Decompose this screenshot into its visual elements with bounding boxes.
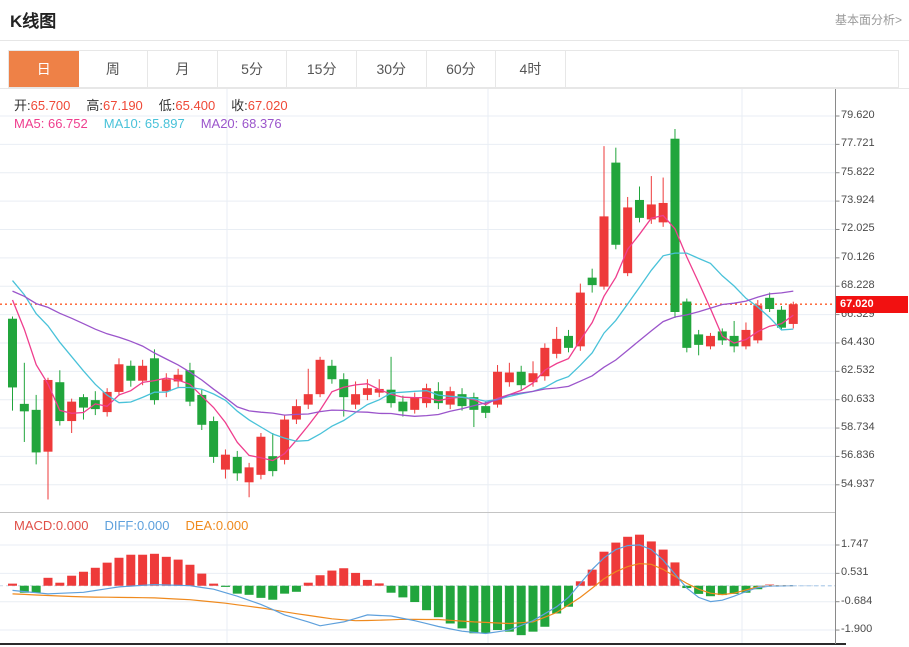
axis-tick-label: 79.620 bbox=[841, 109, 875, 121]
period-tabbar: 日周月5分15分30分60分4时 bbox=[8, 50, 899, 88]
period-tab-4[interactable]: 5分 bbox=[218, 51, 288, 87]
ma10-readout: MA10: 65.897 bbox=[104, 116, 185, 131]
axis-tick-label: 58.734 bbox=[841, 421, 875, 433]
period-tab-2[interactable]: 周 bbox=[79, 51, 149, 87]
page-title: K线图 bbox=[10, 7, 56, 32]
axis-tick-label: 73.924 bbox=[841, 194, 875, 206]
ma5-value: 66.752 bbox=[48, 116, 88, 131]
axis-tick-label: 0.531 bbox=[841, 566, 869, 578]
low-pair: 低:65.400 bbox=[159, 98, 215, 113]
period-tab-3[interactable]: 月 bbox=[148, 51, 218, 87]
period-tab-7[interactable]: 60分 bbox=[427, 51, 497, 87]
ohlc-readout: 开:65.700 高:67.190 低:65.400 收:67.020 bbox=[14, 95, 304, 114]
axis-tick-label: 70.126 bbox=[841, 251, 875, 263]
ma-readout: MA5: 66.752 MA10: 65.897 MA20: 68.376 bbox=[14, 116, 298, 131]
ma5-readout: MA5: 66.752 bbox=[14, 116, 88, 131]
ma5-label: MA5: bbox=[14, 116, 48, 131]
axis-tick-label: 75.822 bbox=[841, 166, 875, 178]
high-label: 高: bbox=[86, 98, 103, 113]
axis-tick-label: 54.937 bbox=[841, 478, 875, 490]
period-tab-1[interactable]: 日 bbox=[9, 51, 79, 87]
axis-tick-label: 68.228 bbox=[841, 279, 875, 291]
axis-tick-label: 64.430 bbox=[841, 336, 875, 348]
open-value: 65.700 bbox=[31, 98, 71, 113]
dea-label: DEA: bbox=[185, 518, 215, 533]
ma20-label: MA20: bbox=[201, 116, 242, 131]
axis-tick-label: -1.900 bbox=[841, 623, 872, 635]
high-value: 67.190 bbox=[103, 98, 143, 113]
macd-readout: MACD:0.000DIFF:0.000DEA:0.000 bbox=[14, 518, 264, 533]
current-price-tag: 67.020 bbox=[836, 296, 908, 313]
close-label: 收: bbox=[231, 98, 248, 113]
dea-value: 0.000 bbox=[216, 518, 249, 533]
axis-tick-label: 77.721 bbox=[841, 137, 875, 149]
header-divider bbox=[0, 40, 909, 41]
period-tab-6[interactable]: 30分 bbox=[357, 51, 427, 87]
open-label: 开: bbox=[14, 98, 31, 113]
axis-tick-label: 62.532 bbox=[841, 364, 875, 376]
low-label: 低: bbox=[159, 98, 176, 113]
chart-frame bbox=[0, 89, 909, 645]
diff-value-pair: DIFF:0.000 bbox=[104, 518, 169, 533]
axis-tick-label: -0.684 bbox=[841, 595, 872, 607]
macd-value-pair: MACD:0.000 bbox=[14, 518, 88, 533]
high-pair: 高:67.190 bbox=[86, 98, 142, 113]
period-tab-5[interactable]: 15分 bbox=[287, 51, 357, 87]
ma20-readout: MA20: 68.376 bbox=[201, 116, 282, 131]
open-pair: 开:65.700 bbox=[14, 98, 70, 113]
period-tab-8[interactable]: 4时 bbox=[496, 51, 566, 87]
diff-value: 0.000 bbox=[137, 518, 170, 533]
ma20-value: 68.376 bbox=[242, 116, 282, 131]
axis-tick-label: 60.633 bbox=[841, 393, 875, 405]
close-pair: 收:67.020 bbox=[231, 98, 287, 113]
kline-chart-page: K线图 基本面分析> 日周月5分15分30分60分4时 开:65.700高:67… bbox=[0, 0, 909, 647]
macd-label: MACD: bbox=[14, 518, 56, 533]
low-value: 65.400 bbox=[175, 98, 215, 113]
ma10-value: 65.897 bbox=[145, 116, 185, 131]
dea-value-pair: DEA:0.000 bbox=[185, 518, 248, 533]
axis-tick-label: 72.025 bbox=[841, 222, 875, 234]
ma10-label: MA10: bbox=[104, 116, 145, 131]
fundamental-analysis-link[interactable]: 基本面分析> bbox=[835, 11, 902, 28]
close-value: 67.020 bbox=[248, 98, 288, 113]
diff-label: DIFF: bbox=[104, 518, 137, 533]
axis-tick-label: 56.836 bbox=[841, 449, 875, 461]
macd-value: 0.000 bbox=[56, 518, 89, 533]
axis-tick-label: 1.747 bbox=[841, 538, 869, 550]
grid-layer bbox=[0, 89, 835, 644]
